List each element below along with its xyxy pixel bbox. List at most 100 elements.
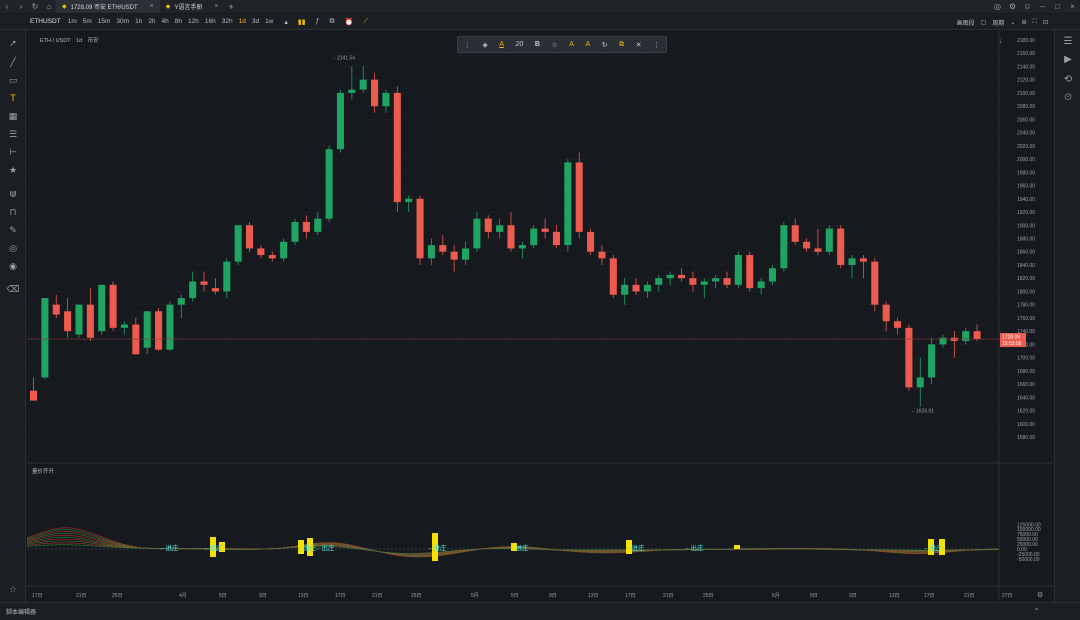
fib-icon[interactable]: ☰ — [0, 129, 26, 140]
time-tick-label: 25日 — [112, 593, 123, 599]
back-icon[interactable]: ‹ — [0, 0, 14, 13]
delete-icon[interactable]: ✕ — [636, 41, 642, 49]
interval-list: 1m 5m 15m 30m 1h 2h 4h 8h 12h 16h 32h 1d 3d 1w — [68, 18, 280, 25]
interval-1w[interactable]: 1w — [265, 18, 273, 25]
fullscreen-icon[interactable]: ⛶ — [1033, 19, 1037, 26]
settings-icon[interactable]: ⚙ — [1005, 0, 1020, 13]
drag-handle-icon[interactable]: ⋮ — [653, 41, 660, 49]
interval-1m[interactable]: 1m — [68, 18, 77, 25]
candle-type-icon[interactable]: ▮▮ — [298, 18, 306, 26]
interval-8h[interactable]: 8h — [175, 18, 182, 25]
interval-32h[interactable]: 32h — [222, 18, 233, 25]
list-icon[interactable]: ☰ — [1055, 36, 1080, 47]
symbol-label[interactable]: ETHUSDT — [30, 18, 61, 25]
eraser-icon[interactable]: ⌫ — [0, 284, 26, 295]
high-price-label: ←2141.54 — [332, 55, 355, 61]
indicator-icon[interactable]: ƒ — [316, 18, 320, 25]
price-tick-label: 1840.00 — [1017, 263, 1035, 269]
interval-5m[interactable]: 5m — [83, 18, 92, 25]
signal-label: ←进庄 — [625, 543, 645, 552]
price-chart[interactable]: 2180.00 2160.00 2140.00 2120.00 2100.00 2080.… — [27, 31, 1053, 601]
drag-handle-icon[interactable]: ⋮ — [464, 41, 471, 49]
text-icon[interactable]: T — [0, 93, 26, 103]
script-editor-tab[interactable]: 脚本编辑器 — [6, 607, 36, 616]
price-tick-label: 2160.00 — [1017, 51, 1035, 57]
lock-icon[interactable]: ⊓ — [0, 207, 26, 218]
refresh-icon[interactable]: ↻ — [28, 0, 42, 13]
price-tick-label: 1580.00 — [1017, 435, 1035, 441]
candle-body — [825, 228, 833, 252]
home-icon[interactable]: ⌂ — [42, 0, 56, 13]
ruler-icon[interactable]: ⟋ — [363, 18, 368, 26]
interval-16h[interactable]: 16h — [205, 18, 216, 25]
candle-body — [621, 284, 629, 295]
new-tab-icon[interactable]: + — [228, 2, 233, 12]
settings-icon[interactable]: ⚙ — [1021, 19, 1026, 26]
history-icon[interactable]: ⟲ — [1055, 74, 1080, 85]
grid-icon[interactable]: ▦ — [0, 111, 26, 122]
indicator-tick-label: -50000.00 — [1017, 557, 1040, 563]
camera-icon[interactable]: ⊡ — [1043, 19, 1048, 26]
user-icon[interactable]: ☺ — [1020, 0, 1035, 13]
cursor-icon[interactable]: ➚ — [0, 38, 26, 49]
dropdown-icon[interactable]: ▴ — [284, 18, 288, 26]
measure-icon[interactable]: ⊢ — [0, 147, 26, 158]
time-tick-label: 9日 — [849, 593, 857, 599]
signal-label: ←进庄 — [297, 543, 317, 552]
chevron-down-icon[interactable]: ⌄ — [1010, 19, 1015, 26]
candle-body — [109, 284, 117, 328]
layout-icon[interactable]: ▢ — [981, 19, 987, 26]
candle-body — [609, 258, 617, 295]
magnet-icon[interactable]: ⋓ — [0, 189, 26, 200]
candle-body — [837, 228, 845, 265]
interval-1d[interactable]: 1d — [239, 18, 246, 25]
clock-icon[interactable]: ⏲ — [1055, 92, 1080, 103]
draw-mode-label[interactable]: 画图段 — [957, 18, 975, 27]
interval-3d[interactable]: 3d — [252, 18, 259, 25]
interval-4h[interactable]: 4h — [162, 18, 169, 25]
play-icon[interactable]: ▶ — [1055, 54, 1080, 65]
fill-color-icon[interactable]: ◈ — [482, 41, 487, 49]
text-border-icon[interactable]: A — [585, 41, 590, 48]
minimize-icon[interactable]: – — [1035, 0, 1050, 13]
close-tab-icon[interactable]: × — [150, 3, 154, 10]
eye-icon[interactable]: ◉ — [0, 261, 26, 272]
close-window-icon[interactable]: × — [1065, 0, 1080, 13]
tab-manual[interactable]: ◆ Y语言手册 × — [160, 0, 225, 13]
trendline-icon[interactable]: ╱ — [0, 57, 26, 68]
text-color-icon[interactable]: A — [499, 41, 504, 48]
period-label[interactable]: 周期 — [992, 18, 1004, 27]
star-icon[interactable]: ★ — [0, 165, 26, 176]
interval-12h[interactable]: 12h — [188, 18, 199, 25]
forward-icon[interactable]: › — [14, 0, 28, 13]
bold-button[interactable]: B — [535, 41, 540, 48]
rotate-icon[interactable]: ↻ — [602, 41, 608, 49]
interval-2h[interactable]: 2h — [148, 18, 155, 25]
compare-icon[interactable]: ⧉ — [330, 18, 335, 26]
candle-body — [473, 218, 481, 249]
interval-1h[interactable]: 1h — [135, 18, 142, 25]
candle-body — [268, 255, 276, 259]
close-tab-icon[interactable]: × — [214, 3, 218, 10]
favorite-icon[interactable]: ☆ — [0, 584, 26, 595]
text-background-icon[interactable]: A — [569, 41, 574, 48]
chart-area[interactable]: 2180.00 2160.00 2140.00 2120.00 2100.00 2080.… — [27, 31, 1053, 601]
rectangle-icon[interactable]: ▭ — [0, 75, 26, 86]
countdown-label: 15:53:56 — [1002, 341, 1022, 347]
candle-body — [859, 258, 867, 262]
candle-body — [768, 268, 776, 282]
expand-icon[interactable]: ⌃ — [1033, 607, 1040, 616]
font-size[interactable]: 20 — [515, 41, 523, 48]
star-icon[interactable]: ☆ — [551, 41, 557, 49]
alert-icon[interactable]: ⏰ — [345, 18, 354, 26]
interval-30m[interactable]: 30m — [116, 18, 129, 25]
candle-body — [894, 321, 902, 328]
interval-15m[interactable]: 15m — [98, 18, 111, 25]
maximize-icon[interactable]: □ — [1050, 0, 1065, 13]
pen-icon[interactable]: ✎ — [0, 225, 26, 236]
visibility-icon[interactable]: ◎ — [0, 243, 26, 254]
copy-icon[interactable]: ⧉ — [619, 41, 624, 49]
legend-interval: 1d — [76, 38, 83, 44]
tab-eth-usdt[interactable]: ◆ 1728.09 币安 ETH/USDT × — [56, 0, 160, 13]
support-icon[interactable]: ◎ — [990, 0, 1005, 13]
